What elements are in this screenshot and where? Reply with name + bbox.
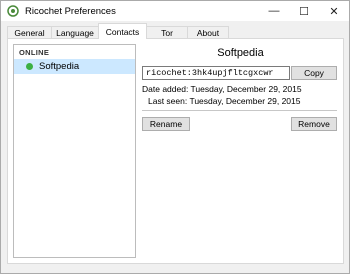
- date-added-label: Date added:: [142, 84, 191, 94]
- maximize-button[interactable]: ☐: [289, 1, 319, 21]
- tab-contacts[interactable]: Contacts: [98, 23, 147, 39]
- window-controls: — ☐ ✕: [259, 1, 349, 21]
- last-seen-row: Last seen: Tuesday, December 29, 2015: [148, 96, 300, 106]
- contact-list-item-name: Softpedia: [39, 61, 80, 72]
- contact-list-item[interactable]: Softpedia: [14, 59, 135, 74]
- contact-details: Softpedia ricochet:3hk4upjfltcgxcwr Copy…: [142, 39, 339, 263]
- date-added-value: Tuesday, December 29, 2015: [190, 84, 302, 94]
- ricochet-app-icon: [7, 5, 19, 17]
- last-seen-value: Tuesday, December 29, 2015: [189, 96, 301, 106]
- copy-button[interactable]: Copy: [291, 66, 337, 80]
- online-status-icon: [26, 63, 33, 70]
- contact-group-header: ONLINE: [19, 48, 50, 57]
- remove-button[interactable]: Remove: [291, 117, 337, 131]
- date-added-row: Date added: Tuesday, December 29, 2015: [142, 84, 302, 94]
- last-seen-label: Last seen:: [148, 96, 190, 106]
- title-bar: Ricochet Preferences — ☐ ✕: [1, 1, 349, 21]
- minimize-button[interactable]: —: [259, 1, 289, 21]
- contact-list[interactable]: ONLINE Softpedia: [13, 44, 136, 258]
- rename-button[interactable]: Rename: [142, 117, 190, 131]
- divider: [142, 110, 337, 111]
- close-button[interactable]: ✕: [319, 1, 349, 21]
- contact-name-heading: Softpedia: [217, 47, 264, 59]
- contact-id-field[interactable]: ricochet:3hk4upjfltcgxcwr: [142, 66, 290, 80]
- window-title: Ricochet Preferences: [25, 5, 116, 17]
- tab-bar: General Language Contacts Tor About: [7, 23, 343, 39]
- contacts-panel: ONLINE Softpedia Softpedia ricochet:3hk4…: [7, 38, 344, 264]
- preferences-window: Ricochet Preferences — ☐ ✕ General Langu…: [0, 0, 350, 274]
